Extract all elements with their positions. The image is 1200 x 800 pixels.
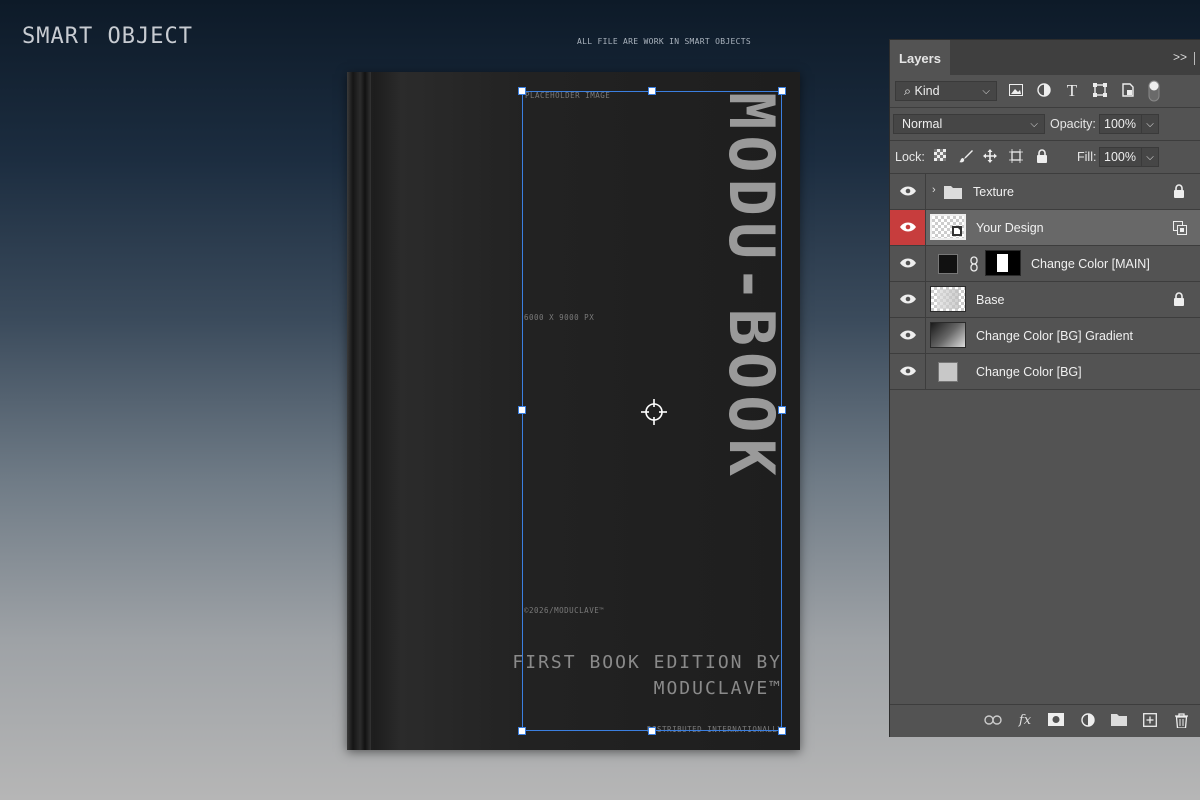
eye-icon: [900, 330, 916, 340]
lock-icon: [1174, 184, 1184, 198]
canvas-heading: SMART OBJECT: [22, 24, 193, 49]
lock-all-icon[interactable]: [1034, 149, 1050, 165]
visibility-toggle[interactable]: [890, 318, 926, 353]
blend-opacity-row: Normal ⌵ Opacity: 100% ⌵: [890, 108, 1200, 140]
lock-artboard-icon[interactable]: [1008, 149, 1024, 165]
filter-adjustment-icon[interactable]: [1036, 83, 1052, 99]
filter-kind-value: Kind: [914, 84, 940, 98]
tab-layers[interactable]: Layers: [890, 40, 950, 75]
blend-mode-dropdown[interactable]: Normal ⌵: [893, 114, 1045, 134]
eye-icon: [900, 294, 916, 304]
transform-handle-middle-left[interactable]: [518, 406, 526, 414]
visibility-toggle[interactable]: [890, 282, 926, 317]
opacity-chevron-icon[interactable]: ⌵: [1141, 114, 1159, 134]
fill-color-swatch[interactable]: [938, 254, 958, 274]
transform-handle-top-left[interactable]: [518, 87, 526, 95]
layer-name: Change Color [BG] Gradient: [976, 329, 1134, 343]
collapse-panel-icon[interactable]: >>: [1173, 50, 1187, 64]
link-icon[interactable]: [969, 256, 979, 272]
transform-handle-bottom-center[interactable]: [648, 727, 656, 735]
chevron-down-icon: ⌵: [1030, 119, 1038, 130]
fill-input[interactable]: 100%: [1099, 147, 1145, 167]
fill-color-swatch[interactable]: [938, 362, 958, 382]
filter-kind-dropdown[interactable]: ⌕ Kind ⌵: [895, 81, 997, 101]
add-mask-icon[interactable]: [1047, 713, 1065, 729]
layer-name: Base: [976, 293, 1005, 307]
eye-icon: [900, 186, 916, 196]
transform-handle-top-right[interactable]: [778, 87, 786, 95]
filter-type-icon[interactable]: T: [1064, 82, 1080, 99]
lock-icon: [1174, 292, 1184, 306]
visibility-toggle[interactable]: [890, 246, 926, 281]
lock-transparent-pixels-icon[interactable]: [932, 149, 948, 165]
layer-thumbnail[interactable]: [930, 214, 966, 240]
book-spine: [347, 72, 371, 750]
layer-name: Change Color [BG]: [976, 365, 1082, 379]
eye-icon: [900, 222, 916, 232]
filter-pixel-icon[interactable]: [1008, 83, 1024, 99]
visibility-toggle[interactable]: [890, 354, 926, 389]
layer-effects-icon[interactable]: fx: [1016, 713, 1034, 729]
layer-row-your-design[interactable]: Your Design: [890, 210, 1200, 246]
layer-row-change-color-bg-gradient[interactable]: Change Color [BG] Gradient: [890, 318, 1200, 354]
opacity-label: Opacity:: [1050, 117, 1096, 131]
new-group-icon[interactable]: [1110, 713, 1128, 729]
opacity-input[interactable]: 100%: [1099, 114, 1145, 134]
lock-fill-row: Lock: Fill: 100% ⌵: [890, 141, 1200, 173]
layer-row-change-color-main[interactable]: Change Color [MAIN]: [890, 246, 1200, 282]
filter-shape-icon[interactable]: [1092, 83, 1108, 99]
layers-bottom-toolbar: fx: [890, 704, 1200, 737]
canvas-note: ALL FILE ARE WORK IN SMART OBJECTS: [577, 37, 751, 46]
lock-image-pixels-icon[interactable]: [958, 149, 974, 165]
layer-name: Texture: [973, 185, 1014, 199]
layer-name: Your Design: [976, 221, 1044, 235]
trash-icon[interactable]: [1172, 713, 1190, 729]
layer-name: Change Color [MAIN]: [1031, 257, 1150, 271]
link-layers-icon[interactable]: [984, 713, 1002, 729]
visibility-toggle[interactable]: [890, 174, 926, 209]
search-icon: ⌕: [904, 84, 912, 98]
layer-mask-thumbnail[interactable]: [985, 250, 1021, 276]
folder-icon: [944, 186, 962, 199]
filter-row: ⌕ Kind ⌵ T: [890, 75, 1200, 107]
layer-row-change-color-bg[interactable]: Change Color [BG]: [890, 354, 1200, 390]
transform-handle-bottom-right[interactable]: [778, 727, 786, 735]
panel-tab-bar: Layers >>: [890, 40, 1200, 75]
layer-thumbnail[interactable]: [930, 322, 966, 348]
new-layer-icon[interactable]: [1141, 713, 1159, 729]
new-adjustment-layer-icon[interactable]: [1079, 713, 1097, 729]
chevron-right-icon[interactable]: ›: [932, 184, 936, 196]
layer-row-texture[interactable]: › Texture: [890, 174, 1200, 210]
filter-smart-object-icon[interactable]: [1120, 83, 1136, 99]
eye-icon: [900, 258, 916, 268]
layers-panel: Layers >> ⌕ Kind ⌵ T Normal ⌵ Opacity: 1…: [889, 39, 1200, 737]
smart-object-icon: [1173, 221, 1187, 235]
chevron-down-icon: ⌵: [982, 86, 990, 97]
transform-handle-middle-right[interactable]: [778, 406, 786, 414]
lock-label: Lock:: [895, 150, 925, 164]
fill-chevron-icon[interactable]: ⌵: [1141, 147, 1159, 167]
transform-handle-bottom-left[interactable]: [518, 727, 526, 735]
visibility-toggle[interactable]: [890, 210, 926, 245]
lock-position-icon[interactable]: [982, 149, 998, 165]
reference-point-icon[interactable]: [639, 397, 669, 427]
eye-icon: [900, 366, 916, 376]
transform-handle-top-center[interactable]: [648, 87, 656, 95]
filter-toggle-icon[interactable]: [1146, 80, 1162, 102]
panel-menu-divider: [1194, 52, 1195, 65]
smart-object-badge-icon: [952, 226, 962, 236]
blend-mode-value: Normal: [902, 117, 943, 131]
fill-label: Fill:: [1077, 150, 1097, 164]
layer-row-base[interactable]: Base: [890, 282, 1200, 318]
layer-thumbnail[interactable]: [930, 286, 966, 312]
